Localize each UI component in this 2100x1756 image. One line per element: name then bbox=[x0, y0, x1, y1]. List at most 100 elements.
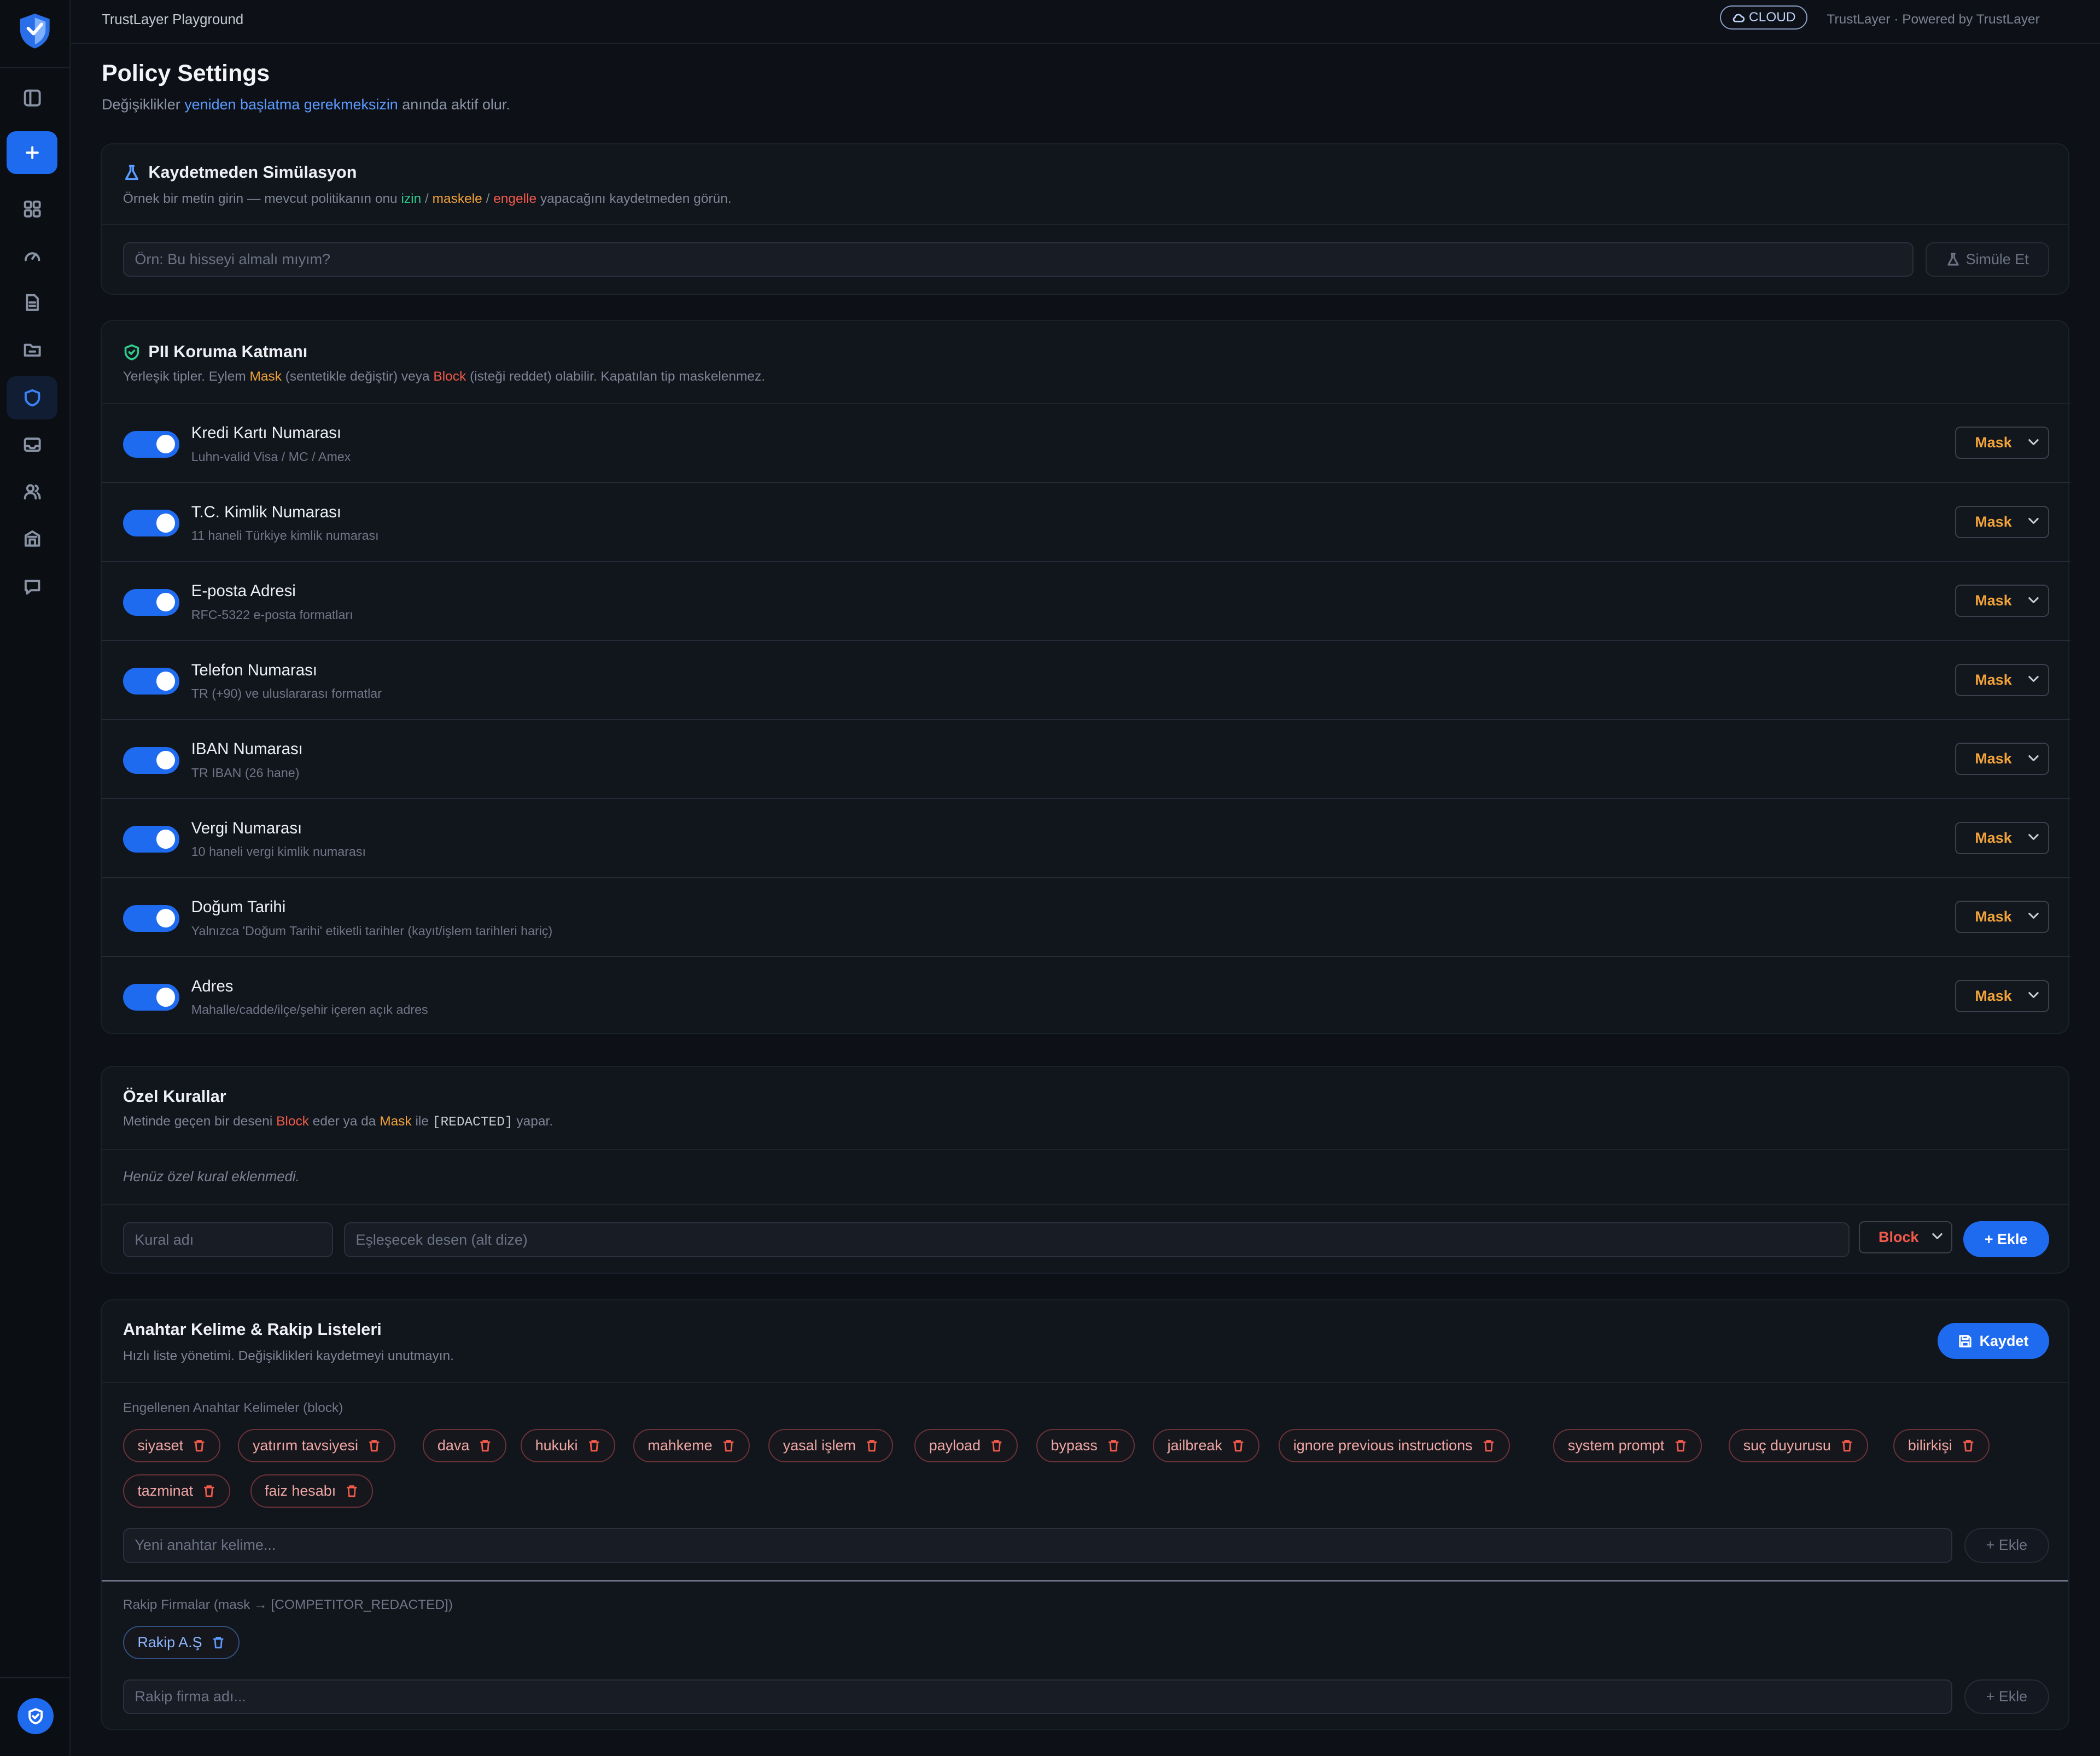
pii-row: Adres Mahalle/cadde/ilçe/şehir içeren açı… bbox=[101, 956, 2070, 1035]
document-icon[interactable] bbox=[16, 288, 48, 318]
layout-icon[interactable] bbox=[16, 83, 48, 113]
trash-icon[interactable] bbox=[990, 1439, 1003, 1452]
building-icon[interactable] bbox=[16, 524, 48, 553]
folder-icon[interactable] bbox=[16, 335, 48, 364]
trash-icon[interactable] bbox=[587, 1439, 600, 1452]
pii-action-select[interactable]: Mask bbox=[1955, 427, 2049, 459]
pii-action-value: Mask bbox=[1975, 987, 2012, 1004]
trash-icon[interactable] bbox=[1482, 1439, 1495, 1452]
pii-toggle[interactable] bbox=[122, 905, 179, 932]
subtitle-post: anında aktif olur. bbox=[402, 96, 510, 113]
custom-rules-card: Özel Kurallar Metinde geçen bir deseni B… bbox=[100, 1066, 2069, 1274]
pii-row: Kredi Kartı Numarası Luhn-valid Visa / MC… bbox=[101, 402, 2070, 482]
pii-desc-mask: Mask bbox=[249, 369, 282, 384]
new-keyword-input[interactable] bbox=[122, 1527, 1953, 1563]
save-icon bbox=[1959, 1335, 1972, 1347]
cloud-badge[interactable]: CLOUD bbox=[1719, 5, 1808, 30]
trash-icon[interactable] bbox=[192, 1439, 206, 1452]
pii-toggle[interactable] bbox=[122, 430, 179, 458]
chevron-down-icon bbox=[2028, 755, 2039, 761]
trash-icon[interactable] bbox=[212, 1636, 225, 1649]
simulation-input[interactable] bbox=[122, 242, 1914, 277]
sidebar-bottom-divider bbox=[0, 1677, 70, 1678]
trash-icon[interactable] bbox=[202, 1484, 215, 1497]
toggle-knob bbox=[156, 830, 176, 849]
users-icon[interactable] bbox=[16, 477, 48, 506]
sim-desc-mask: maskele bbox=[432, 191, 482, 206]
simulate-button[interactable]: Simüle Et bbox=[1926, 242, 2049, 277]
top-bar: TrustLayer Playground CLOUD TrustLayer ·… bbox=[71, 0, 2100, 44]
trash-icon[interactable] bbox=[1107, 1439, 1120, 1452]
pii-desc: TR IBAN (26 hane) bbox=[191, 765, 300, 780]
keyword-chip: payload bbox=[914, 1428, 1018, 1462]
plus-icon[interactable] bbox=[7, 131, 58, 174]
pii-action-select[interactable]: Mask bbox=[1955, 901, 2049, 934]
rule-name-input[interactable] bbox=[122, 1222, 334, 1258]
pii-action-select[interactable]: Mask bbox=[1955, 979, 2049, 1012]
blocked-keywords-label: Engellenen Anahtar Kelimeler (block) bbox=[122, 1401, 343, 1416]
inbox-icon[interactable] bbox=[16, 430, 48, 459]
pii-action-value: Mask bbox=[1975, 513, 2012, 530]
keyword-desc: Hızlı liste yönetimi. Değişiklikleri kay… bbox=[122, 1348, 454, 1363]
cr-desc-pre: Metinde geçen bir deseni bbox=[122, 1114, 273, 1129]
pii-toggle[interactable] bbox=[122, 826, 179, 853]
sim-desc-sep1: / bbox=[425, 191, 429, 206]
trash-icon[interactable] bbox=[368, 1439, 381, 1452]
competitor-input[interactable] bbox=[122, 1679, 1953, 1714]
trash-icon[interactable] bbox=[479, 1439, 492, 1452]
keyword-chip: suç duyurusu bbox=[1729, 1428, 1868, 1462]
pii-toggle[interactable] bbox=[122, 746, 179, 774]
pii-toggle[interactable] bbox=[122, 588, 179, 616]
pii-title: PII Koruma Katmanı bbox=[123, 342, 307, 361]
gauge-icon[interactable] bbox=[16, 241, 48, 271]
chat-icon[interactable] bbox=[16, 572, 48, 602]
shield-icon[interactable] bbox=[7, 376, 58, 419]
keyword-title: Anahtar Kelime & Rakip Listeleri bbox=[122, 1320, 382, 1339]
pii-action-select[interactable]: Mask bbox=[1955, 585, 2049, 617]
trash-icon[interactable] bbox=[1840, 1439, 1853, 1452]
chevron-down-icon bbox=[1932, 1233, 1942, 1240]
sim-desc-sep2: / bbox=[486, 191, 490, 206]
trash-icon[interactable] bbox=[1962, 1439, 1975, 1452]
toggle-knob bbox=[156, 514, 176, 533]
trash-icon[interactable] bbox=[865, 1439, 878, 1452]
trash-icon[interactable] bbox=[1674, 1439, 1687, 1452]
rule-action-select[interactable]: Block bbox=[1858, 1221, 1953, 1253]
grid-icon[interactable] bbox=[16, 194, 48, 224]
pii-action-select[interactable]: Mask bbox=[1955, 743, 2049, 775]
pii-toggle[interactable] bbox=[122, 984, 179, 1011]
keyword-chip-label: system prompt bbox=[1567, 1437, 1665, 1454]
trash-icon[interactable] bbox=[345, 1484, 358, 1497]
trustlayer-logo-icon bbox=[20, 13, 50, 49]
sidebar-divider bbox=[0, 67, 70, 68]
cloud-icon bbox=[1732, 13, 1745, 22]
pii-row: E-posta Adresi RFC-5322 e-posta formatlar… bbox=[101, 561, 2070, 640]
rule-pattern-input[interactable] bbox=[343, 1222, 1850, 1258]
pii-action-value: Mask bbox=[1975, 829, 2012, 846]
keyword-chip: tazminat bbox=[122, 1474, 231, 1508]
keyword-chip-label: bypass bbox=[1051, 1437, 1098, 1454]
trash-icon[interactable] bbox=[1232, 1439, 1245, 1452]
keyword-divider bbox=[101, 1381, 2068, 1384]
pii-toggle[interactable] bbox=[122, 668, 179, 695]
pii-toggle[interactable] bbox=[122, 510, 179, 537]
cr-desc-block: Block bbox=[276, 1114, 309, 1129]
keyword-card: Anahtar Kelime & Rakip Listeleri Hızlı l… bbox=[100, 1299, 2069, 1731]
pii-action-select[interactable]: Mask bbox=[1955, 663, 2049, 696]
save-button[interactable]: Kaydet bbox=[1938, 1323, 2049, 1360]
cr-desc-mid2: ile bbox=[415, 1114, 429, 1129]
pii-action-select[interactable]: Mask bbox=[1955, 505, 2049, 538]
keyword-chip-label: ignore previous instructions bbox=[1293, 1437, 1473, 1454]
trash-icon[interactable] bbox=[722, 1439, 735, 1452]
simulation-title: Kaydetmeden Simülasyon bbox=[123, 163, 357, 182]
add-keyword-button[interactable]: + Ekle bbox=[1964, 1527, 2049, 1563]
pii-action-select[interactable]: Mask bbox=[1955, 821, 2049, 854]
profile-shield-icon[interactable] bbox=[17, 1698, 54, 1735]
custom-rules-divider-2 bbox=[101, 1204, 2068, 1205]
toggle-knob bbox=[156, 908, 176, 928]
add-rule-button[interactable]: + Ekle bbox=[1963, 1221, 2049, 1258]
add-competitor-button[interactable]: + Ekle bbox=[1964, 1679, 2049, 1714]
simulation-title-text: Kaydetmeden Simülasyon bbox=[148, 163, 357, 182]
page-title: Policy Settings bbox=[102, 60, 270, 87]
keyword-chip-label: faiz hesabı bbox=[264, 1482, 336, 1499]
